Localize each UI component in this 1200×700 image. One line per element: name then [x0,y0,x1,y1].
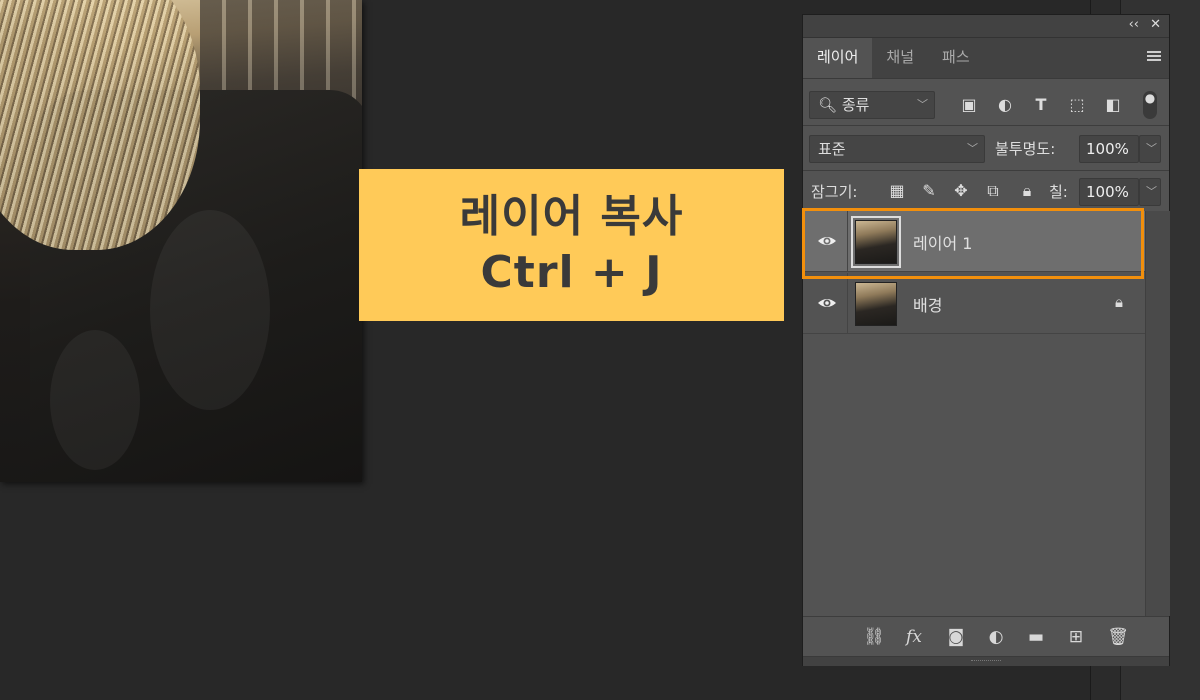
layer-thumbnail[interactable] [851,216,901,268]
collapse-icon[interactable]: ‹‹ [1129,17,1139,32]
mask-icon[interactable]: ◙ [945,627,967,647]
callout-shortcut: Ctrl + J [480,247,663,298]
lock-icon[interactable]: 🔒︎ [1115,293,1123,311]
layer-name[interactable]: 레이어 1 [913,230,972,254]
layers-panel: ‹‹ ✕ 레이어 채널 패스 🔍︎ 종류 ﹀ ▣ ◐ T ⬚ ◧ ● 표준 ﹀ … [802,14,1170,666]
chevron-down-icon: ﹀ [917,98,928,111]
adjustment-filter-icon[interactable]: ◐ [995,95,1015,115]
panel-menu-icon[interactable] [1147,51,1161,63]
fill-label: 칠: [1049,183,1068,201]
lock-position-move-icon[interactable]: ✥ [951,181,971,201]
trash-icon[interactable]: 🗑︎ [1107,627,1129,647]
lock-all-icon[interactable]: 🔒︎ [1017,181,1037,201]
lock-transparent-icon[interactable]: ▦ [887,181,907,201]
blend-mode-value: 표준 [818,140,846,158]
canvas-photo [0,0,362,482]
visibility-eye-icon[interactable] [817,293,837,313]
panel-footer: ⛓︎ fx ◙ ◐ ▬ ⊞ 🗑︎ [803,616,1169,657]
filter-kind-dropdown[interactable]: 🔍︎ 종류 ﹀ [809,91,935,119]
opacity-input[interactable]: 100% [1079,135,1139,163]
lock-label: 잠그기: [811,183,858,201]
layer-separator [847,273,848,333]
blend-mode-dropdown[interactable]: 표준 ﹀ [809,135,985,163]
close-icon[interactable]: ✕ [1150,17,1161,32]
layers-list: 레이어 1 배경 🔒︎ [803,211,1145,616]
pixel-filter-icon[interactable]: ▣ [959,95,979,115]
shape-filter-icon[interactable]: ⬚ [1067,95,1087,115]
shortcut-callout: 레이어 복사 Ctrl + J [359,169,784,321]
panel-title-bar: ‹‹ ✕ [803,15,1169,38]
layers-scrollbar[interactable] [1145,211,1170,616]
layer-row-background[interactable]: 배경 🔒︎ [803,273,1145,334]
tab-layers[interactable]: 레이어 [803,38,873,78]
fill-chevron-icon[interactable]: ﹀ [1139,178,1161,206]
panel-resize-grip[interactable] [803,656,1169,666]
search-icon: 🔍︎ [818,96,838,114]
filter-kind-label: 종류 [841,96,870,114]
smart-object-filter-icon[interactable]: ◧ [1103,95,1123,115]
link-icon[interactable]: ⛓︎ [863,627,885,647]
layer-name[interactable]: 배경 [913,292,942,316]
adjustment-icon[interactable]: ◐ [985,627,1007,647]
folder-icon[interactable]: ▬ [1025,627,1047,647]
filter-toggle[interactable]: ● [1143,91,1157,119]
tab-paths[interactable]: 패스 [928,38,984,78]
divider [803,125,1169,126]
fill-input[interactable]: 100% [1079,178,1139,206]
opacity-chevron-icon[interactable]: ﹀ [1139,135,1161,163]
fx-icon[interactable]: fx [903,627,925,647]
new-layer-icon[interactable]: ⊞ [1065,627,1087,647]
opacity-label: 불투명도: [995,140,1056,158]
visibility-eye-icon[interactable] [817,231,837,251]
layer-thumbnail[interactable] [855,282,897,326]
divider [803,170,1169,171]
layer-separator [847,211,848,271]
lock-image-brush-icon[interactable]: ✎ [919,181,939,201]
chevron-down-icon: ﹀ [967,142,978,155]
tab-channels[interactable]: 채널 [872,38,928,78]
lock-artboard-icon[interactable]: ⧉ [983,181,1003,201]
panel-tabs: 레이어 채널 패스 [803,38,1169,79]
callout-title: 레이어 복사 [459,191,684,242]
layer-row-layer1[interactable]: 레이어 1 [803,211,1145,272]
type-filter-icon[interactable]: T [1031,95,1051,115]
